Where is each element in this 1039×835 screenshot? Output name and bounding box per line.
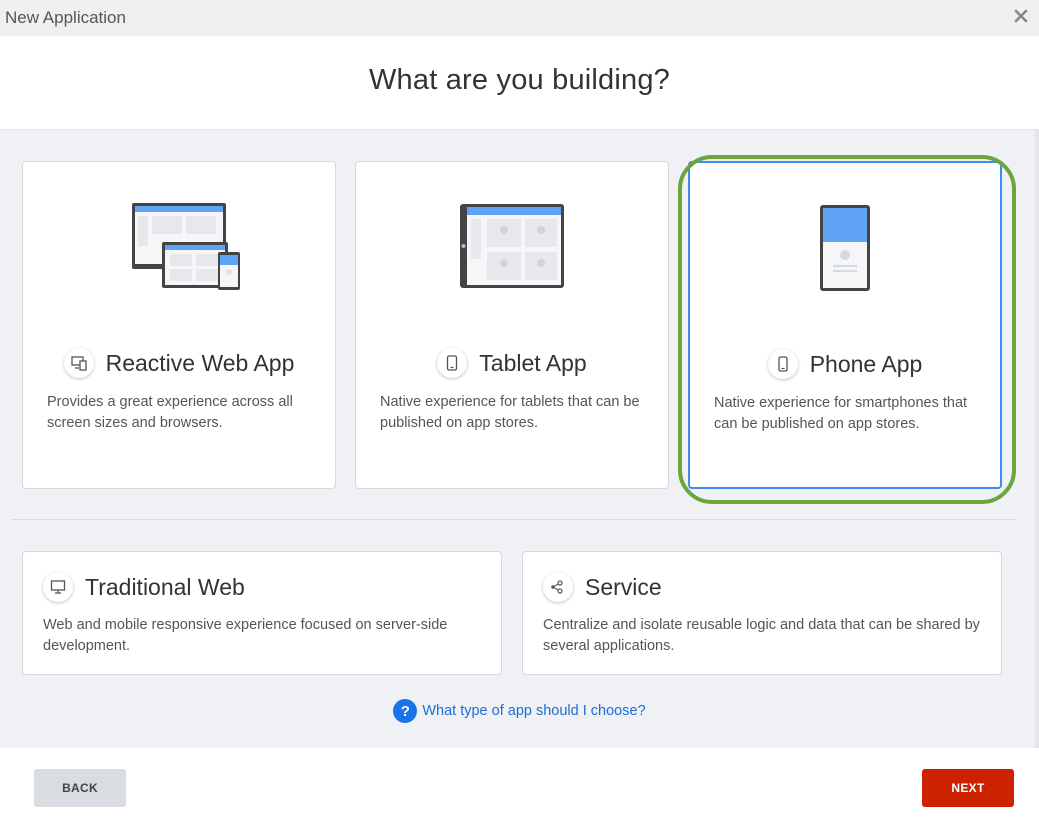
help-link-row: ? What type of app should I choose? xyxy=(0,699,1039,723)
card-title: Service xyxy=(585,573,662,600)
card-title-row: Traditional Web xyxy=(43,572,501,602)
window-title: New Application xyxy=(5,8,126,27)
card-description: Native experience for tablets that can b… xyxy=(380,394,640,431)
card-description: Centralize and isolate reusable logic an… xyxy=(543,617,980,654)
card-title-row: Tablet App xyxy=(356,348,668,378)
footer: BACK NEXT xyxy=(0,748,1039,835)
service-nodes-icon xyxy=(543,572,573,602)
card-tablet-app[interactable]: Tablet App Native experience for tablets… xyxy=(355,161,669,489)
scrollbar[interactable] xyxy=(1035,130,1039,748)
monitor-icon xyxy=(43,572,73,602)
card-description: Provides a great experience across all s… xyxy=(47,394,293,431)
header: What are you building? xyxy=(0,36,1039,130)
devices-illustration xyxy=(23,202,335,302)
card-phone-app[interactable]: Phone App Native experience for smartpho… xyxy=(688,161,1002,489)
phone-illustration xyxy=(690,203,1000,303)
help-link[interactable]: What type of app should I choose? xyxy=(422,703,645,719)
app-type-panel: Reactive Web App Provides a great experi… xyxy=(0,130,1039,748)
card-title: Tablet App xyxy=(479,349,587,376)
devices-icon xyxy=(63,348,94,378)
question-icon[interactable]: ? xyxy=(393,699,418,723)
card-traditional-web[interactable]: Traditional Web Web and mobile responsiv… xyxy=(22,551,502,675)
next-button[interactable]: NEXT xyxy=(922,769,1014,807)
card-title-row: Phone App xyxy=(690,349,1000,379)
close-icon[interactable] xyxy=(1011,6,1031,26)
tablet-icon xyxy=(437,348,468,378)
tablet-illustration xyxy=(356,202,668,302)
card-service[interactable]: Service Centralize and isolate reusable … xyxy=(522,551,1002,675)
card-title-row: Service xyxy=(543,572,1001,602)
card-title-row: Reactive Web App xyxy=(23,348,335,378)
phone-icon xyxy=(767,349,798,379)
window-titlebar: New Application xyxy=(0,0,1039,36)
card-description: Native experience for smartphones that c… xyxy=(714,395,968,432)
back-button[interactable]: BACK xyxy=(34,769,126,807)
card-title: Traditional Web xyxy=(85,573,245,600)
card-title: Phone App xyxy=(809,350,923,377)
page-title: What are you building? xyxy=(368,64,671,96)
divider xyxy=(12,519,1016,520)
card-title: Reactive Web App xyxy=(105,349,295,376)
card-reactive-web-app[interactable]: Reactive Web App Provides a great experi… xyxy=(22,161,336,489)
card-description: Web and mobile responsive experience foc… xyxy=(43,617,448,654)
